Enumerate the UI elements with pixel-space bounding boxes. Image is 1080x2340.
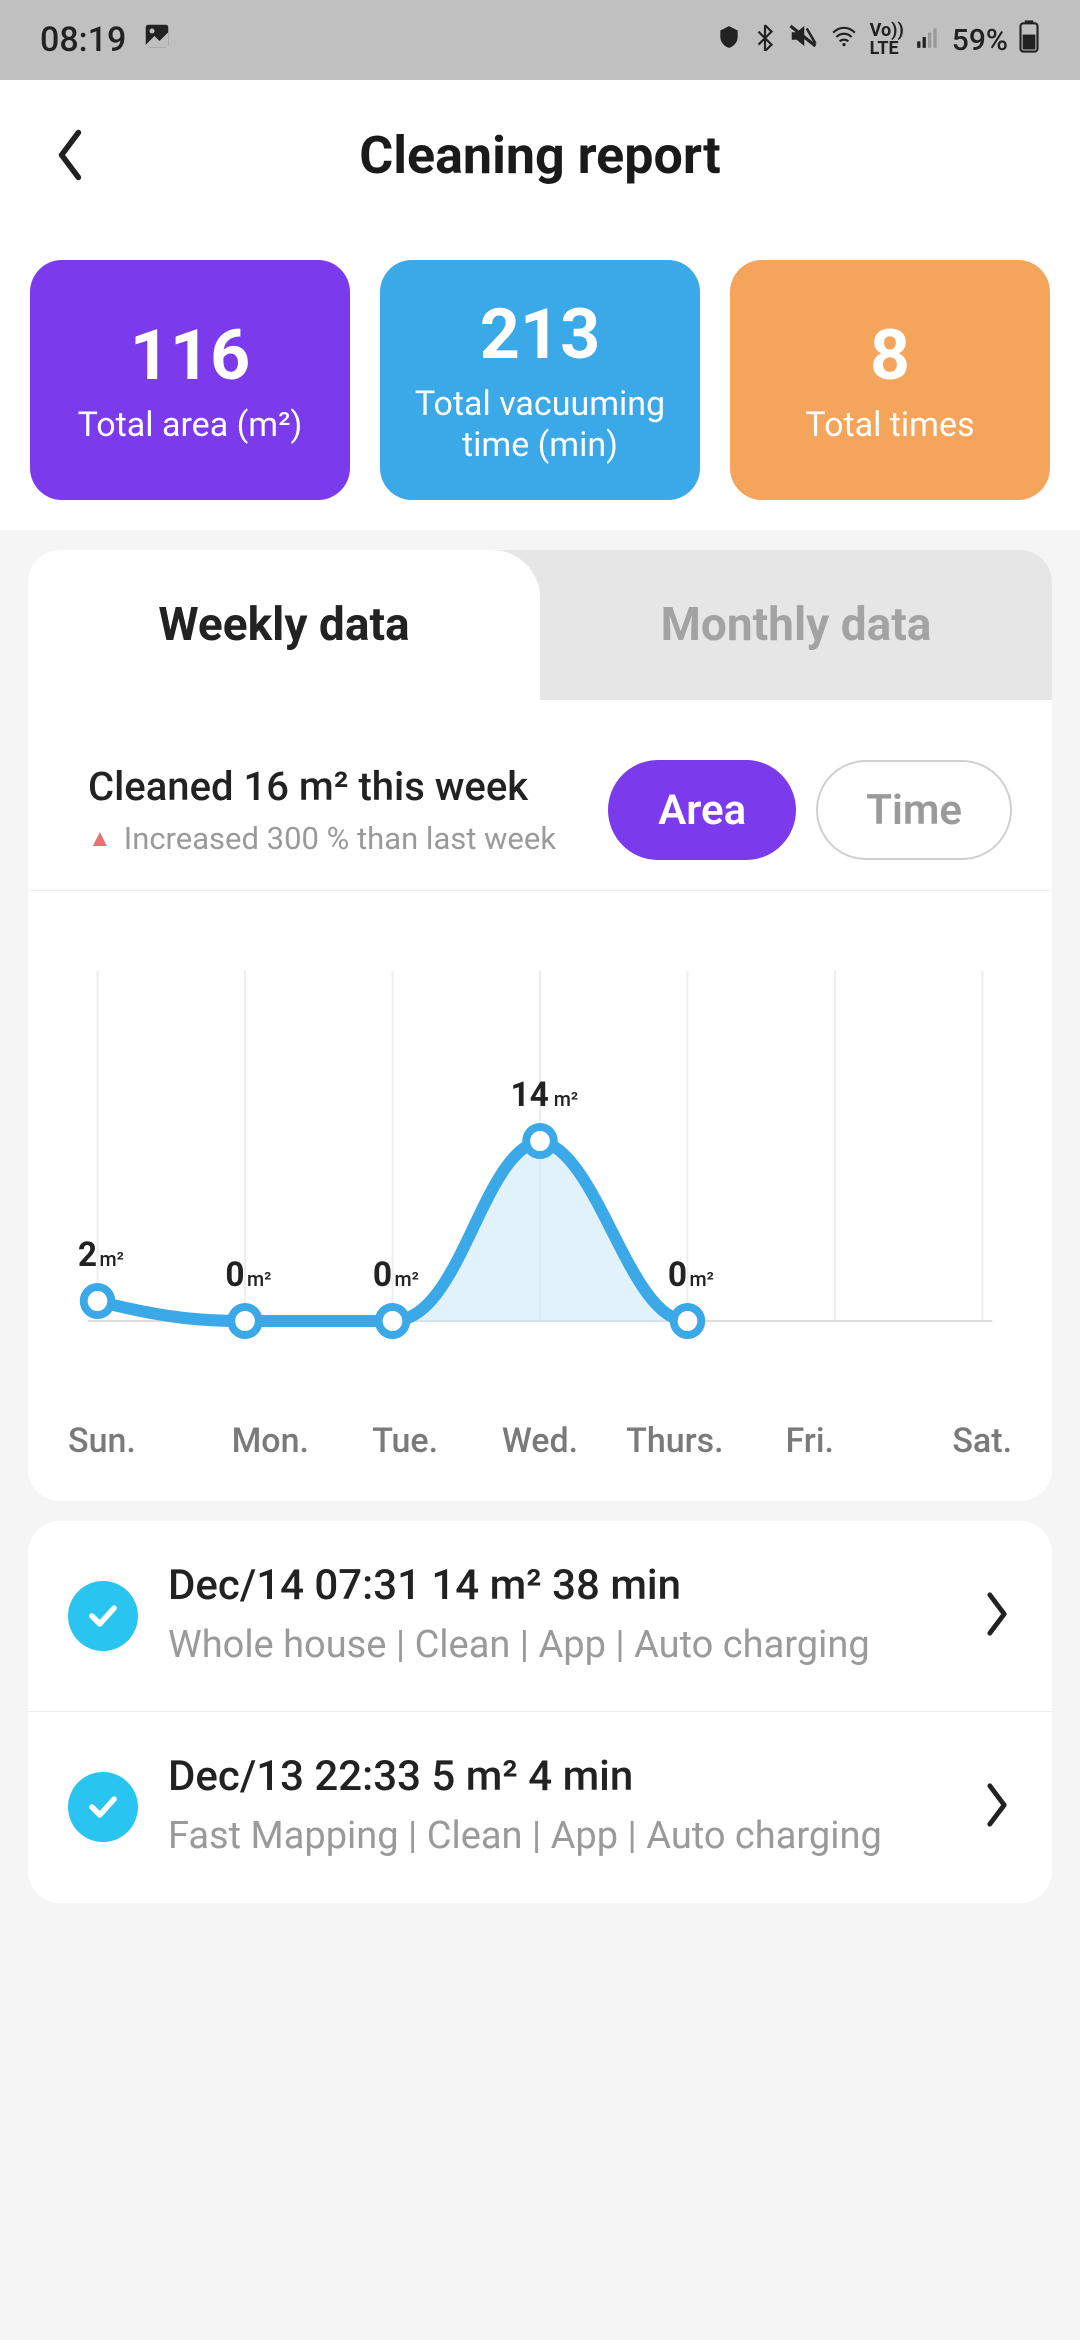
- xlabel-sat: Sat.: [877, 1421, 1012, 1461]
- stat-card-count[interactable]: 8 Total times: [730, 260, 1050, 500]
- xlabel-thu: Thurs.: [607, 1421, 742, 1461]
- chart-unit-thu: m²: [689, 1268, 713, 1291]
- summary-title: Cleaned 16 m² this week: [88, 763, 556, 810]
- chart-unit-wed: m²: [554, 1088, 578, 1111]
- check-icon: [68, 1581, 138, 1651]
- xlabel-wed: Wed.: [473, 1421, 608, 1461]
- stat-cards-row: 116 Total area (m²) 213 Total vacuuming …: [0, 230, 1080, 530]
- status-time: 08:19: [40, 20, 126, 60]
- stat-count-label: Total times: [805, 405, 974, 446]
- xlabel-mon: Mon.: [203, 1421, 338, 1461]
- history-subtitle: Fast Mapping | Clean | App | Auto chargi…: [168, 1811, 952, 1862]
- stat-count-value: 8: [870, 315, 910, 397]
- signal-icon: [914, 23, 942, 58]
- stat-area-value: 116: [130, 315, 250, 397]
- history-item[interactable]: Dec/14 07:31 14 m² 38 min Whole house | …: [28, 1521, 1052, 1712]
- tab-row: Weekly data Monthly data: [28, 550, 1052, 700]
- chart-label-tue: 0: [373, 1256, 392, 1295]
- trend-up-icon: ▲: [88, 824, 112, 853]
- chart-unit-sun: m²: [99, 1248, 123, 1271]
- mute-icon: [788, 21, 818, 59]
- stat-time-label: Total vacuuming time (min): [390, 384, 690, 466]
- chart-unit-mon: m²: [247, 1268, 271, 1291]
- battery-percent: 59%: [952, 23, 1008, 58]
- xlabel-fri: Fri.: [742, 1421, 877, 1461]
- tab-weekly[interactable]: Weekly data: [28, 550, 540, 700]
- chart-label-wed: 14: [511, 1076, 549, 1115]
- chart-label-sun: 2: [78, 1236, 97, 1275]
- chart-label-thu: 0: [668, 1256, 687, 1295]
- status-bar: 08:19 Vo))LTE 59%: [0, 0, 1080, 80]
- weekly-chart: 2 m² 0 m² 0 m² 14 m² 0 m²: [28, 891, 1052, 1411]
- wifi-icon: [828, 23, 860, 58]
- back-button[interactable]: [40, 125, 100, 185]
- chart-label-mon: 0: [225, 1256, 244, 1295]
- image-icon: [142, 20, 172, 60]
- chart-unit-tue: m²: [394, 1268, 418, 1291]
- tab-monthly[interactable]: Monthly data: [540, 550, 1052, 700]
- history-item[interactable]: Dec/13 22:33 5 m² 4 min Fast Mapping | C…: [28, 1712, 1052, 1902]
- summary-subtitle: Increased 300 % than last week: [124, 820, 556, 857]
- summary-row: Cleaned 16 m² this week ▲ Increased 300 …: [28, 700, 1052, 891]
- data-panel: Weekly data Monthly data Cleaned 16 m² t…: [28, 550, 1052, 1501]
- history-title: Dec/13 22:33 5 m² 4 min: [168, 1752, 952, 1801]
- toggle-time-button[interactable]: Time: [816, 760, 1012, 860]
- history-list: Dec/14 07:31 14 m² 38 min Whole house | …: [28, 1521, 1052, 1903]
- shield-icon: [716, 23, 742, 58]
- stat-time-value: 213: [480, 294, 600, 376]
- xlabel-sun: Sun.: [68, 1421, 203, 1461]
- app-header: Cleaning report: [0, 80, 1080, 230]
- stat-card-area[interactable]: 116 Total area (m²): [30, 260, 350, 500]
- chevron-right-icon: [982, 1590, 1012, 1642]
- chevron-right-icon: [982, 1781, 1012, 1833]
- battery-icon: [1018, 19, 1040, 61]
- check-icon: [68, 1772, 138, 1842]
- toggle-area-button[interactable]: Area: [608, 760, 796, 860]
- page-title: Cleaning report: [359, 125, 721, 186]
- stat-area-label: Total area (m²): [78, 405, 303, 446]
- volte-icon: Vo))LTE: [870, 22, 904, 58]
- xlabel-tue: Tue.: [338, 1421, 473, 1461]
- history-title: Dec/14 07:31 14 m² 38 min: [168, 1561, 952, 1610]
- chart-x-axis: Sun. Mon. Tue. Wed. Thurs. Fri. Sat.: [28, 1411, 1052, 1501]
- history-subtitle: Whole house | Clean | App | Auto chargin…: [168, 1620, 952, 1671]
- stat-card-time[interactable]: 213 Total vacuuming time (min): [380, 260, 700, 500]
- bluetooth-icon: [752, 21, 778, 59]
